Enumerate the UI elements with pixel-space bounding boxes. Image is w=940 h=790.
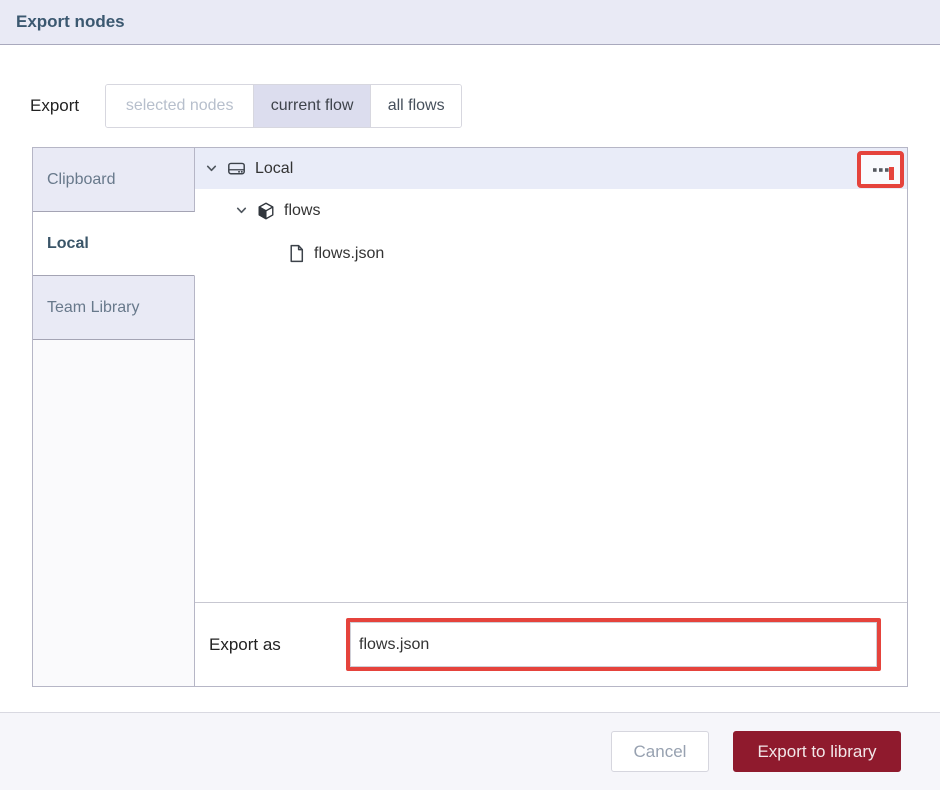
hard-drive-icon	[227, 159, 246, 178]
library-tab-team-library-label: Team Library	[47, 298, 140, 316]
export-as-row: Export as	[195, 602, 907, 686]
filename-input-annotation	[346, 618, 881, 671]
ellipsis-icon	[872, 167, 890, 173]
tree-row-flows-json-label: flows.json	[314, 244, 385, 262]
library-tab-clipboard-label: Clipboard	[47, 170, 116, 188]
dialog-title: Export nodes	[16, 12, 125, 31]
dialog-header: Export nodes	[0, 0, 940, 45]
tree-empty-space	[195, 275, 907, 602]
filename-input[interactable]	[350, 622, 877, 667]
annotation-red-tick	[889, 167, 894, 180]
export-option-all-flows[interactable]: all flows	[370, 85, 462, 127]
tree-row-flows-json[interactable]: flows.json	[195, 232, 907, 275]
chevron-down-icon[interactable]	[235, 204, 248, 217]
file-icon	[288, 244, 305, 263]
export-type-segmented-control: selected nodes current flow all flows	[105, 84, 463, 128]
tree-row-flows[interactable]: flows	[195, 189, 907, 232]
library-browser-panel: Clipboard Local Team Library Local flows…	[32, 147, 908, 687]
export-as-label: Export as	[209, 634, 281, 654]
export-to-library-button[interactable]: Export to library	[733, 731, 901, 772]
chevron-down-icon[interactable]	[205, 162, 218, 175]
tree-row-flows-label: flows	[284, 201, 321, 219]
library-tab-local-label: Local	[47, 234, 89, 252]
cancel-button[interactable]: Cancel	[611, 731, 709, 772]
export-type-label: Export	[30, 96, 80, 115]
tree-row-local-label: Local	[255, 159, 294, 177]
library-sidebar: Clipboard Local Team Library	[33, 148, 195, 686]
tree-row-local[interactable]: Local	[195, 148, 907, 189]
library-tab-local[interactable]: Local	[33, 212, 195, 276]
export-type-row: Export selected nodes current flow all f…	[30, 84, 463, 128]
library-menu-button[interactable]	[857, 151, 904, 188]
library-tab-team-library[interactable]: Team Library	[33, 276, 195, 340]
export-option-current-flow[interactable]: current flow	[253, 85, 371, 127]
export-option-selected-nodes[interactable]: selected nodes	[106, 85, 254, 127]
library-tree-area: Local flows flows.json Export as flows.j…	[195, 148, 907, 686]
library-tab-clipboard[interactable]: Clipboard	[33, 148, 195, 212]
package-icon	[257, 202, 275, 220]
dialog-footer: Cancel Export to library	[0, 712, 940, 790]
library-sidebar-filler	[33, 340, 195, 686]
